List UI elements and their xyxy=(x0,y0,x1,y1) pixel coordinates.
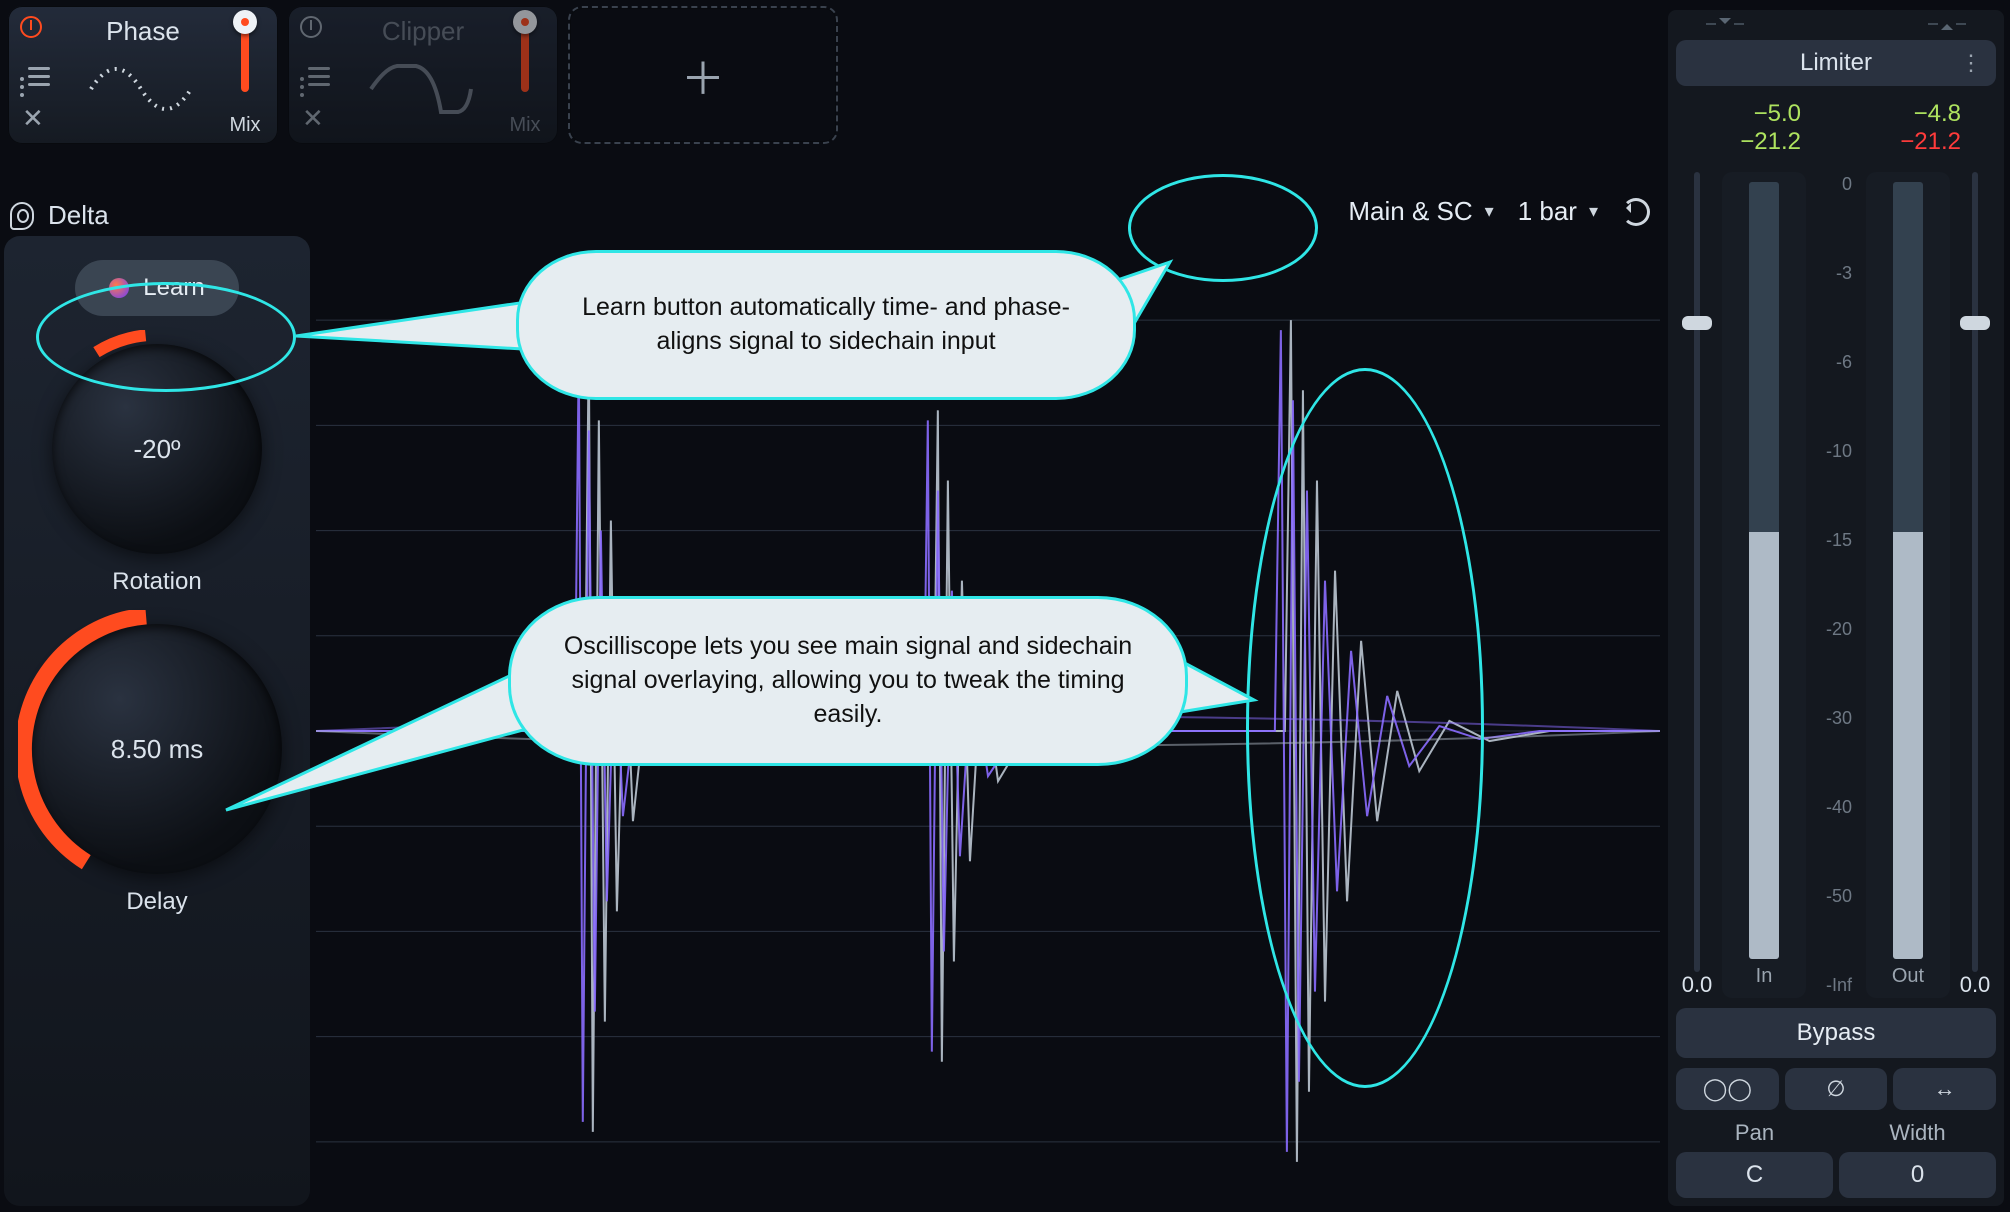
close-icon[interactable]: ✕ xyxy=(22,103,44,134)
mix-slider[interactable]: Mix xyxy=(504,16,546,136)
annotation-ring-source xyxy=(1128,174,1318,282)
input-gain-slider[interactable]: 0.0 xyxy=(1680,172,1714,998)
limiter-title: Limiter xyxy=(1800,49,1872,77)
panel-drag-handles[interactable] xyxy=(1676,18,1996,30)
annotation-ring-waveform xyxy=(1246,368,1484,1088)
in-meter-label: In xyxy=(1756,965,1773,988)
clipper-wave-icon xyxy=(343,40,498,138)
refresh-icon[interactable] xyxy=(1622,198,1650,226)
annotation-ring-learn xyxy=(36,282,296,392)
link-button[interactable]: ↔ xyxy=(1893,1068,1996,1110)
rotation-label: Rotation xyxy=(112,568,201,596)
input-gain-value: 0.0 xyxy=(1682,972,1713,998)
listen-icon[interactable] xyxy=(10,202,34,230)
limiter-header[interactable]: Limiter ⋮ xyxy=(1676,40,1996,86)
reorder-icon[interactable] xyxy=(20,62,50,91)
limiter-panel: Limiter ⋮ −5.0 −21.2 −4.8 −21.2 0.0 In 0… xyxy=(1668,10,2004,1206)
phase-wave-icon xyxy=(63,40,218,138)
delta-label: Delta xyxy=(48,200,109,231)
delay-knob[interactable]: 8.50 ms xyxy=(32,624,282,874)
more-icon[interactable]: ⋮ xyxy=(1960,50,1982,76)
phase-invert-button[interactable]: ∅ xyxy=(1785,1068,1888,1110)
pan-value[interactable]: C xyxy=(1676,1152,1833,1198)
out-peak-value: −4.8 xyxy=(1871,100,1961,128)
out-meter xyxy=(1893,182,1923,959)
stereo-icon: ◯◯ xyxy=(1703,1076,1752,1102)
output-gain-slider[interactable]: 0.0 xyxy=(1958,172,1992,998)
width-label: Width xyxy=(1839,1120,1996,1146)
mix-slider[interactable]: Mix xyxy=(224,16,266,136)
chevron-down-icon: ▾ xyxy=(1589,201,1598,222)
out-meter-label: Out xyxy=(1892,965,1924,988)
in-meter xyxy=(1749,182,1779,959)
scope-toolbar: Main & SC ▾ 1 bar ▾ xyxy=(1348,196,1650,227)
module-phase[interactable]: ✕ Phase Mix xyxy=(8,6,278,144)
annotation-learn: Learn button automatically time- and pha… xyxy=(516,250,1136,400)
limiter-meters: 0.0 In 0-3-6 -10-15-20 -30-40-50 -Inf Ou… xyxy=(1680,172,1992,998)
reorder-icon[interactable] xyxy=(300,62,330,91)
chevron-down-icon: ▾ xyxy=(1485,201,1494,222)
scope-window-dropdown[interactable]: 1 bar ▾ xyxy=(1518,196,1598,227)
mix-label: Mix xyxy=(224,114,266,137)
limiter-readouts: −5.0 −21.2 −4.8 −21.2 xyxy=(1676,100,1996,156)
phase-invert-icon: ∅ xyxy=(1826,1076,1845,1102)
output-gain-value: 0.0 xyxy=(1960,972,1991,998)
link-arrows-icon: ↔ xyxy=(1934,1076,1956,1102)
module-clipper[interactable]: ✕ Clipper Mix xyxy=(288,6,558,144)
delay-label: Delay xyxy=(126,888,187,916)
pan-label: Pan xyxy=(1676,1120,1833,1146)
close-icon[interactable]: ✕ xyxy=(302,103,324,134)
scope-window-value: 1 bar xyxy=(1518,196,1577,227)
meter-scale: 0-3-6 -10-15-20 -30-40-50 -Inf xyxy=(1814,172,1858,998)
bypass-button[interactable]: Bypass xyxy=(1676,1008,1996,1058)
plus-icon: ＋ xyxy=(681,43,725,107)
out-hold-value: −21.2 xyxy=(1871,128,1961,156)
module-strip: ✕ Phase Mix ✕ Clipper Mix ＋ xyxy=(8,6,838,144)
scope-source-dropdown[interactable]: Main & SC ▾ xyxy=(1348,196,1493,227)
in-hold-value: −21.2 xyxy=(1711,128,1801,156)
width-value[interactable]: 0 xyxy=(1839,1152,1996,1198)
mix-label: Mix xyxy=(504,114,546,137)
delay-value: 8.50 ms xyxy=(32,624,282,874)
in-peak-value: −5.0 xyxy=(1711,100,1801,128)
scope-source-value: Main & SC xyxy=(1348,196,1472,227)
add-module-button[interactable]: ＋ xyxy=(568,6,838,144)
annotation-scope: Oscilliscope lets you see main signal an… xyxy=(508,596,1188,766)
stereo-mode-button[interactable]: ◯◯ xyxy=(1676,1068,1779,1110)
